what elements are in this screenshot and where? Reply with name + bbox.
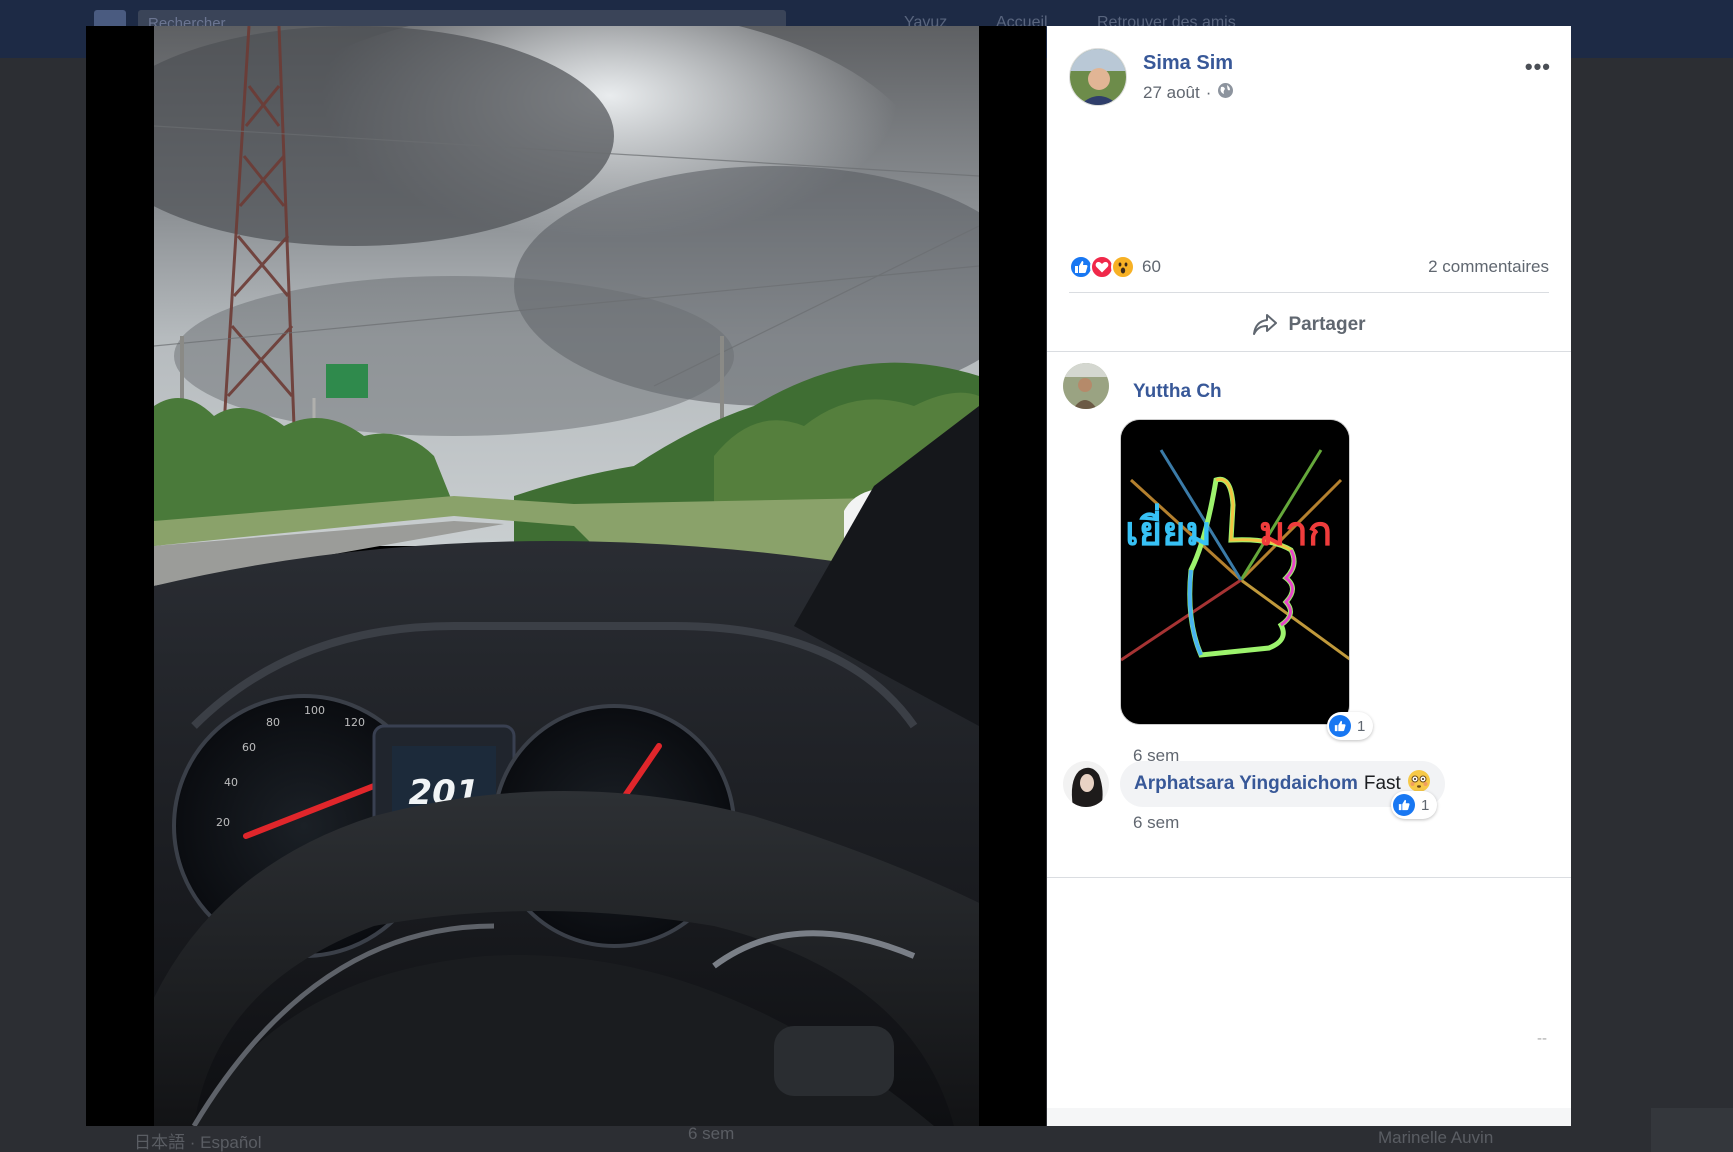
comment-text: Fast bbox=[1363, 773, 1401, 794]
like-icon bbox=[1393, 794, 1415, 816]
meta-separator: · bbox=[1205, 83, 1212, 102]
svg-text:60: 60 bbox=[242, 741, 256, 754]
background-language-links: 日本語 · Español bbox=[134, 1133, 262, 1152]
svg-text:100: 100 bbox=[304, 704, 325, 717]
photo-viewer: 204060 80100120 140160180 200 201 bbox=[86, 26, 1046, 1126]
panel-footer-placeholder: -- bbox=[1537, 1030, 1547, 1047]
sticker-text-right: มาก bbox=[1259, 509, 1332, 555]
commenter-name[interactable]: Arphatsara Yingdaichom bbox=[1134, 773, 1358, 795]
share-label: Partager bbox=[1288, 314, 1366, 335]
author-avatar-image bbox=[1070, 49, 1126, 105]
svg-text:120: 120 bbox=[344, 716, 365, 729]
post-meta: 27 août · bbox=[1143, 82, 1234, 104]
author-avatar[interactable] bbox=[1069, 48, 1127, 106]
post-header: Sima Sim 27 août · ••• bbox=[1069, 48, 1551, 108]
reaction-count[interactable]: 60 bbox=[1142, 257, 1161, 277]
comment-sticker[interactable]: เยี่ยม มาก bbox=[1120, 419, 1350, 725]
dashboard-photo-illustration: 204060 80100120 140160180 200 201 bbox=[154, 26, 979, 1126]
comment-item: Arphatsara Yingdaichom Fast 1 6 sem bbox=[1063, 761, 1555, 861]
post-author-name[interactable]: Sima Sim bbox=[1143, 52, 1233, 75]
comment-time[interactable]: 6 sem bbox=[1133, 813, 1179, 833]
like-count: 1 bbox=[1421, 796, 1430, 814]
commenter-avatar[interactable] bbox=[1063, 363, 1109, 409]
reaction-icons[interactable] bbox=[1069, 255, 1135, 279]
post-photo[interactable]: 204060 80100120 140160180 200 201 bbox=[154, 26, 979, 1126]
thumbs-up-sticker-image: เยี่ยม มาก bbox=[1121, 420, 1349, 724]
commenter-name[interactable]: Yuttha Ch bbox=[1133, 381, 1222, 403]
background-panel bbox=[1651, 1108, 1733, 1152]
svg-text:40: 40 bbox=[224, 776, 238, 789]
globe-icon[interactable] bbox=[1217, 82, 1234, 104]
comment-item: Yuttha Ch เยี่ยม มาก 1 6 sem bbox=[1063, 363, 1555, 765]
post-date[interactable]: 27 août bbox=[1143, 83, 1200, 103]
comment-count-link[interactable]: 2 commentaires bbox=[1428, 257, 1549, 277]
commenter-avatar[interactable] bbox=[1063, 761, 1109, 807]
sticker-text-left: เยี่ยม bbox=[1125, 503, 1212, 555]
more-options-button[interactable]: ••• bbox=[1525, 54, 1551, 80]
panel-bottom-bar bbox=[1047, 1108, 1571, 1126]
comment-like-badge[interactable]: 1 bbox=[1327, 712, 1374, 740]
post-side-panel: Sima Sim 27 août · ••• 60 2 commentaires… bbox=[1047, 26, 1571, 1126]
divider bbox=[1047, 877, 1571, 878]
background-time: 6 sem bbox=[688, 1124, 735, 1143]
background-name: Marinelle Auvin bbox=[1378, 1128, 1494, 1147]
wow-reaction-icon bbox=[1111, 255, 1135, 279]
divider bbox=[1047, 351, 1571, 352]
share-button[interactable]: Partager bbox=[1069, 302, 1549, 348]
like-count: 1 bbox=[1357, 717, 1366, 735]
reactions-summary: 60 2 commentaires bbox=[1069, 250, 1549, 284]
svg-text:20: 20 bbox=[216, 816, 230, 829]
share-icon bbox=[1253, 314, 1278, 335]
like-icon bbox=[1329, 715, 1351, 737]
divider bbox=[1069, 292, 1549, 293]
comment-like-badge[interactable]: 1 bbox=[1391, 791, 1438, 819]
svg-text:80: 80 bbox=[266, 716, 280, 729]
